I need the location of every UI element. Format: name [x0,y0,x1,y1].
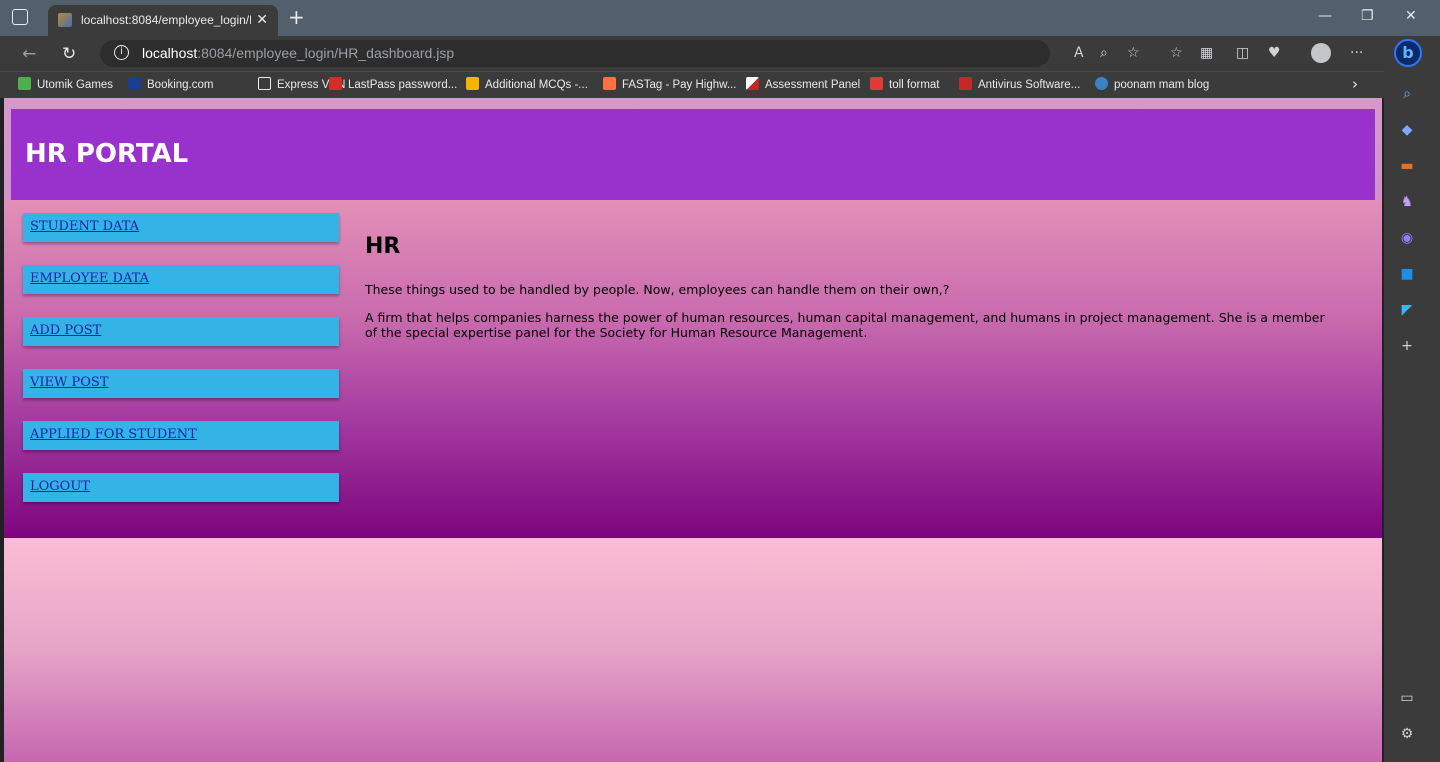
tab-close-icon[interactable]: ✕ [256,11,268,28]
collections-icon[interactable]: ▦ [1200,45,1213,61]
favorites-icon[interactable]: ☆ [1170,45,1183,61]
minimize-icon[interactable]: — [1318,8,1332,24]
pdf-icon [870,77,883,90]
profile-avatar[interactable] [1311,43,1331,63]
portal-header: HR PORTAL [11,109,1375,200]
url-host: localhost [142,45,198,61]
edge-sidebar: b ⌕ ◆ ▬ ♞ ◉ ■ ◤ + ▭ ⚙ [1384,36,1440,762]
add-sidebar-app-icon[interactable]: + [1399,338,1415,354]
bookmark-poonam-blog[interactable]: poonam mam blog [1095,77,1209,91]
booking-icon [128,77,141,90]
tab-title: localhost:8084/employee_login/HR_dashboa… [81,13,251,27]
close-window-icon[interactable]: ✕ [1405,8,1417,24]
bing-copilot-icon[interactable]: b [1394,39,1422,67]
nav-logout-link[interactable]: LOGOUT [30,479,90,494]
wordpress-icon [1095,77,1108,90]
page-viewport: HR PORTAL STUDENT DATA EMPLOYEE DATA ADD… [4,98,1382,762]
browser-tab[interactable]: localhost:8084/employee_login/HR_dashboa… [48,5,278,36]
nav-employee-data[interactable]: EMPLOYEE DATA [23,265,339,294]
nav-view-post-link[interactable]: VIEW POST [30,375,109,390]
bookmark-assessment-panel[interactable]: Assessment Panel [746,77,860,91]
restore-icon[interactable]: ❐ [1361,8,1374,24]
hide-sidebar-icon[interactable]: ▭ [1399,690,1415,706]
tools-icon[interactable]: ▬ [1399,158,1415,174]
bookmark-fastag[interactable]: FASTag - Pay Highw... [603,77,736,91]
shopping-tag-icon[interactable]: ◆ [1399,122,1415,138]
tab-favicon-icon [58,13,72,27]
bookmark-lastpass[interactable]: LastPass password... [329,77,457,91]
description-line-1: A firm that helps companies harness the … [365,310,1325,325]
browser-essentials-icon[interactable]: ♥ [1268,45,1281,61]
zoom-icon[interactable]: ⌕ [1100,45,1108,61]
browser-tab-bar: localhost:8084/employee_login/HR_dashboa… [0,0,1440,36]
nav-logout[interactable]: LOGOUT [23,473,339,502]
antivirus-icon [959,77,972,90]
main-heading: HR [365,234,401,259]
page-icon [258,77,271,90]
nav-student-data[interactable]: STUDENT DATA [23,213,339,242]
more-menu-icon[interactable]: ··· [1350,45,1363,61]
read-aloud-icon[interactable]: A [1074,45,1084,61]
bookmark-toll-format[interactable]: toll format [870,77,940,91]
games-icon[interactable]: ♞ [1399,194,1415,210]
nav-student-data-link[interactable]: STUDENT DATA [30,219,139,234]
utomik-icon [18,77,31,90]
bookmarks-overflow-icon[interactable]: › [1352,75,1358,93]
nav-applied-for-student[interactable]: APPLIED FOR STUDENT [23,421,339,450]
portal-title: HR PORTAL [25,139,189,169]
assessment-icon [746,77,759,90]
bookmark-booking[interactable]: Booking.com [128,77,213,91]
content-area: STUDENT DATA EMPLOYEE DATA ADD POST VIEW… [4,200,1382,538]
outlook-icon[interactable]: ■ [1399,266,1415,282]
back-icon[interactable]: ← [22,44,36,64]
sidebar-settings-icon[interactable]: ⚙ [1399,726,1415,742]
bookmark-additional-mcqs[interactable]: Additional MCQs -... [466,77,588,91]
split-screen-icon[interactable]: ◫ [1236,45,1249,61]
fastag-icon [603,77,616,90]
refresh-icon[interactable]: ↻ [62,44,76,64]
nav-employee-data-link[interactable]: EMPLOYEE DATA [30,271,149,286]
bookmark-antivirus[interactable]: Antivirus Software... [959,77,1080,91]
bookmark-utomik[interactable]: Utomik Games [18,77,113,91]
site-info-icon[interactable]: i [114,45,129,60]
nav-view-post[interactable]: VIEW POST [23,369,339,398]
office-icon[interactable]: ◉ [1399,230,1415,246]
send-icon[interactable]: ◤ [1399,302,1415,318]
description-line-2: of the special expertise panel for the S… [365,325,868,340]
nav-add-post[interactable]: ADD POST [23,317,339,346]
nav-applied-for-student-link[interactable]: APPLIED FOR STUDENT [30,427,197,442]
lastpass-icon [329,77,342,90]
mcq-icon [466,77,479,90]
bookmarks-bar: Utomik Games Booking.com Express VPN Las… [0,71,1384,98]
url-text: localhost:8084/employee_login/HR_dashboa… [142,45,454,61]
intro-paragraph: These things used to be handled by peopl… [365,282,950,297]
new-tab-button[interactable]: + [288,5,305,29]
page-background [4,538,1382,762]
url-path: :8084/employee_login/HR_dashboard.jsp [197,45,455,61]
address-toolbar: ← ↻ i localhost:8084/employee_login/HR_d… [0,36,1384,71]
tab-actions-icon[interactable] [12,9,28,25]
address-field[interactable]: i localhost:8084/employee_login/HR_dashb… [100,40,1050,67]
search-icon[interactable]: ⌕ [1399,86,1415,102]
nav-add-post-link[interactable]: ADD POST [30,323,101,338]
add-favorite-icon[interactable]: ☆ [1127,45,1140,61]
